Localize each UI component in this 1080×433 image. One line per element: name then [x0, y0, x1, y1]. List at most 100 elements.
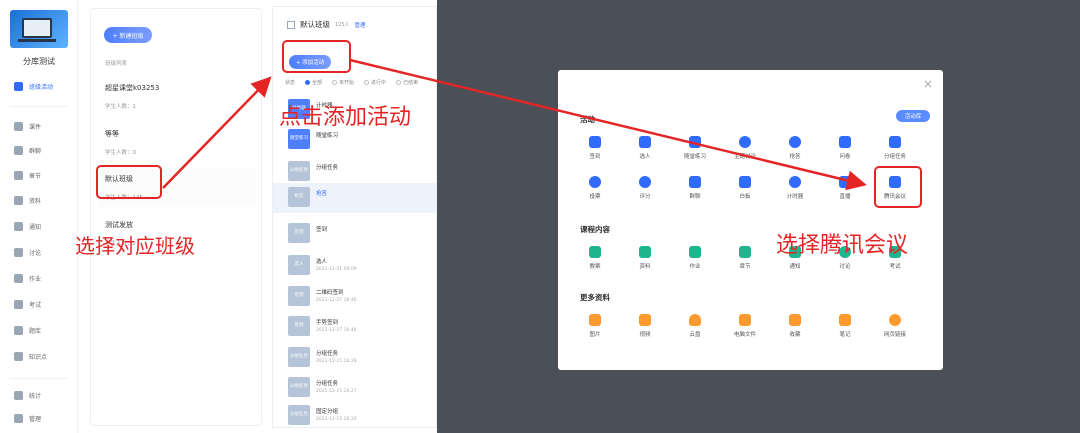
statistics-icon	[14, 391, 23, 400]
link-icon	[889, 314, 901, 326]
discussion-icon	[739, 136, 751, 148]
nav-item-manage[interactable]: 管理	[14, 414, 41, 423]
video-icon	[639, 314, 651, 326]
tile-image[interactable]: 图片	[575, 312, 615, 346]
activity-item[interactable]: 分组任务 分组任务 2021-12-15 16:27	[273, 373, 436, 403]
tile-favorite[interactable]: 收藏	[775, 312, 815, 346]
cloud-icon	[689, 314, 701, 326]
nav-item-group-chat[interactable]: 群聊	[14, 146, 41, 155]
tile-web-link[interactable]: 网页链接	[875, 312, 915, 346]
folder-icon	[14, 196, 23, 205]
activity-item[interactable]: 签到 签到	[273, 219, 436, 249]
tile-pick-person[interactable]: 选人	[625, 134, 665, 168]
tile-whiteboard[interactable]: 白板	[725, 174, 765, 208]
highlight-box-add-activity	[282, 40, 351, 73]
filter-ended[interactable]: 已结束	[396, 79, 418, 86]
nav-item-homework[interactable]: 作业	[14, 274, 41, 283]
course-cover-image[interactable]	[10, 10, 68, 48]
activity-item[interactable]: 分组任务 固定分组 2021-12-15 16:26	[273, 401, 436, 431]
tile-questionnaire[interactable]: 问卷	[825, 134, 865, 168]
tile-cloud-drive[interactable]: 云盘	[675, 312, 715, 346]
highlight-box-class	[96, 165, 162, 199]
sign-in-icon	[589, 136, 601, 148]
tile-note[interactable]: 笔记	[825, 312, 865, 346]
folder-icon	[639, 246, 651, 258]
section-title-activities: 活动	[580, 115, 595, 124]
microphone-icon	[789, 136, 801, 148]
nav-item-statistics[interactable]: 统计	[14, 391, 41, 400]
tile-group-chat[interactable]: 群聊	[675, 174, 715, 208]
nav-item-exam[interactable]: 考试	[14, 300, 41, 309]
homework-icon	[14, 274, 23, 283]
questionnaire-icon	[839, 136, 851, 148]
filter-all[interactable]: 全部	[305, 79, 322, 86]
divider	[10, 378, 68, 379]
nav-item-materials[interactable]: 资料	[14, 196, 41, 205]
image-icon	[589, 314, 601, 326]
manage-link[interactable]: 管理	[355, 21, 366, 29]
activity-item[interactable]: 选人 选人 2021-12-31 09:09	[273, 251, 436, 281]
lesson-plan-icon	[589, 246, 601, 258]
gear-icon	[14, 414, 23, 423]
nav-item-class-activity[interactable]: 班级活动	[14, 82, 53, 91]
grid-icon	[287, 20, 295, 29]
left-nav: 分库测试 班级活动 课件 群聊 章节 资料 通知 讨论 作业 考试 题库 知识点…	[0, 0, 78, 433]
notice-icon	[14, 222, 23, 231]
activity-item[interactable]: 签到 手势签到 2021-12-27 16:46	[273, 312, 436, 342]
tile-computer-file[interactable]: 电脑文件	[725, 312, 765, 346]
courseware-icon	[14, 122, 23, 131]
tile-group-task[interactable]: 分组任务	[875, 134, 915, 168]
close-icon[interactable]: ×	[923, 77, 933, 91]
filter-in-progress[interactable]: 进行中	[364, 79, 386, 86]
chapter-icon	[14, 171, 23, 180]
status-filter: 状态 全部 未开始 进行中 已结束	[285, 79, 419, 86]
group-task-icon	[889, 136, 901, 148]
nav-item-knowledge[interactable]: 知识点	[14, 352, 47, 361]
tile-timer[interactable]: 计时器	[775, 174, 815, 208]
person-icon	[639, 136, 651, 148]
class-card[interactable]: 等等 学生人数：0	[97, 123, 257, 162]
tile-lesson-plan[interactable]: 教案	[575, 244, 615, 278]
nav-item-question-bank[interactable]: 题库	[14, 326, 41, 335]
vote-icon	[589, 176, 601, 188]
tile-quick-answer[interactable]: 抢答	[775, 134, 815, 168]
tile-rating[interactable]: 评分	[625, 174, 665, 208]
activity-item[interactable]: 签到 二维码签到 2021-12-27 16:46	[273, 282, 436, 312]
computer-file-icon	[739, 314, 751, 326]
tile-vote[interactable]: 投票	[575, 174, 615, 208]
exam-icon	[14, 300, 23, 309]
chapter-icon	[739, 246, 751, 258]
annotation-select-class: 选择对应班级	[75, 234, 195, 258]
note-icon	[839, 314, 851, 326]
tile-chapter[interactable]: 章节	[725, 244, 765, 278]
tile-homework[interactable]: 作业	[675, 244, 715, 278]
class-list-title: 班级列表	[105, 61, 128, 67]
nav-item-notice[interactable]: 通知	[14, 222, 41, 231]
timer-icon	[789, 176, 801, 188]
activity-library-button[interactable]: 活动库	[896, 110, 930, 122]
tile-materials[interactable]: 资料	[625, 244, 665, 278]
activity-item[interactable]: 分组任务 分组任务 2021-12-15 16:28	[273, 343, 436, 373]
tile-live[interactable]: 直播	[825, 174, 865, 208]
new-class-button[interactable]: + 新建班级	[104, 27, 152, 43]
tile-practice[interactable]: 随堂练习	[675, 134, 715, 168]
laptop-icon	[18, 18, 56, 42]
tile-video[interactable]: 视频	[625, 312, 665, 346]
nav-item-courseware[interactable]: 课件	[14, 122, 41, 131]
filter-not-started[interactable]: 未开始	[332, 79, 354, 86]
activity-item-highlighted[interactable]: 抢答 抢答	[273, 183, 436, 213]
practice-icon	[689, 136, 701, 148]
favorite-icon	[789, 314, 801, 326]
tile-topic-discussion[interactable]: 主题讨论	[725, 134, 765, 168]
knowledge-icon	[14, 352, 23, 361]
question-bank-icon	[14, 326, 23, 335]
class-card[interactable]: 超星课堂k03253 学生人数：1	[97, 77, 257, 116]
nav-item-chapter[interactable]: 章节	[14, 171, 41, 180]
annotation-click-add-activity: 点击添加活动	[279, 105, 412, 130]
section-title-course-content: 课程内容	[580, 225, 610, 234]
nav-item-discussion[interactable]: 讨论	[14, 248, 41, 257]
homework-icon	[689, 246, 701, 258]
tile-sign-in[interactable]: 签到	[575, 134, 615, 168]
live-icon	[839, 176, 851, 188]
whiteboard-icon	[739, 176, 751, 188]
